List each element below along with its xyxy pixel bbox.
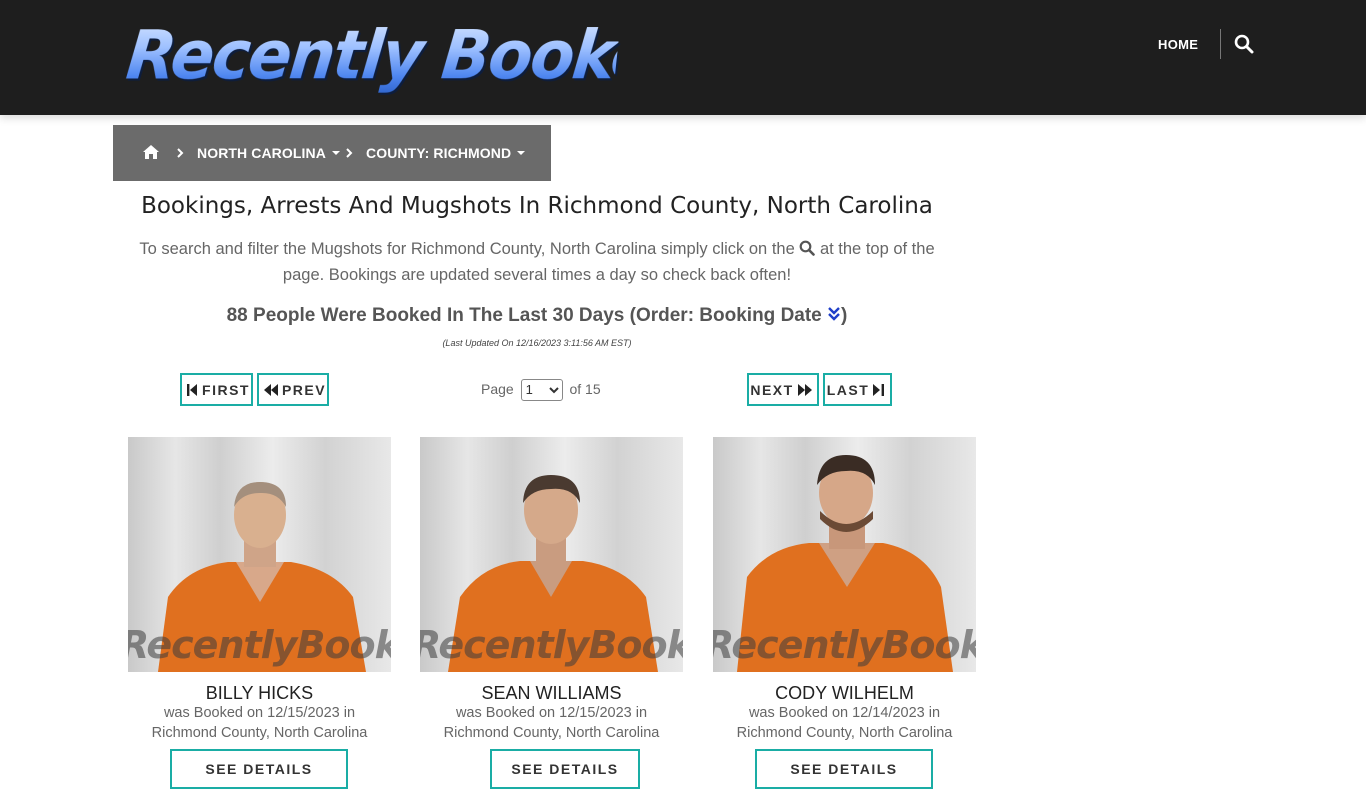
chevron-right-icon: [345, 146, 355, 160]
booking-date-line: was Booked on 12/15/2023 in: [163, 705, 356, 721]
sort-order-icon[interactable]: [827, 306, 841, 322]
page-total: of 15: [569, 381, 601, 397]
booking-date-line: was Booked on 12/14/2023 in: [748, 705, 941, 721]
booking-location: Richmond County, North Carolina: [151, 725, 368, 741]
booking-info: was Booked on 12/14/2023 in Richmond Cou…: [713, 703, 976, 743]
mugshot-photo[interactable]: RecentlyBooked.com: [713, 437, 976, 672]
booking-count-text: 88 People Were Booked In The Last 30 Day…: [226, 305, 822, 326]
booking-count-close: ): [841, 305, 848, 326]
booking-info: was Booked on 12/15/2023 in Richmond Cou…: [420, 703, 683, 743]
rewind-icon: [263, 383, 278, 396]
page-select[interactable]: 1: [520, 378, 563, 401]
first-page-button[interactable]: FIRST: [180, 373, 253, 406]
intro-text: To search and filter the Mugshots for Ri…: [120, 236, 954, 288]
watermark: RecentlyBooked.com: [420, 623, 683, 667]
booking-location: Richmond County, North Carolina: [443, 725, 660, 741]
breadcrumb-state-label: NORTH CAROLINA: [197, 145, 326, 161]
watermark: RecentlyBooked.com: [128, 623, 391, 667]
mugshot-photo[interactable]: RecentlyBooked.com: [420, 437, 683, 672]
last-page-button[interactable]: LAST: [823, 373, 892, 406]
booking-location: Richmond County, North Carolina: [736, 725, 953, 741]
search-icon[interactable]: [1234, 34, 1256, 56]
nav-divider: [1220, 29, 1221, 59]
last-updated: (Last Updated On 12/16/2023 3:11:56 AM E…: [442, 338, 632, 348]
booking-info: was Booked on 12/15/2023 in Richmond Cou…: [128, 703, 391, 743]
breadcrumb-state[interactable]: NORTH CAROLINA: [197, 144, 340, 162]
person-name[interactable]: CODY WILHELM: [713, 682, 976, 704]
skip-back-icon: [187, 383, 198, 396]
home-icon[interactable]: [142, 144, 160, 162]
chevron-right-icon: [176, 146, 186, 160]
caret-down-icon: [517, 151, 526, 156]
booking-date-line: was Booked on 12/15/2023 in: [455, 705, 648, 721]
page-label: Page: [481, 381, 514, 397]
site-header: Recently Booked HOME: [0, 0, 1366, 115]
mugshot-photo[interactable]: RecentlyBooked.com: [128, 437, 391, 672]
next-page-button[interactable]: NEXT: [747, 373, 819, 406]
search-icon[interactable]: [799, 240, 816, 256]
prev-page-button[interactable]: PREV: [257, 373, 329, 406]
person-name[interactable]: SEAN WILLIAMS: [420, 682, 683, 704]
fast-forward-icon: [797, 383, 812, 396]
page-title: Bookings, Arrests And Mugshots In Richmo…: [141, 193, 933, 219]
nav-home-link[interactable]: HOME: [1158, 34, 1198, 56]
intro-text-part1: To search and filter the Mugshots for Ri…: [139, 240, 795, 258]
see-details-button[interactable]: SEE DETAILS: [490, 749, 640, 789]
caret-down-icon: [331, 151, 340, 156]
next-page-label: NEXT: [750, 381, 794, 398]
see-details-button[interactable]: SEE DETAILS: [170, 749, 348, 789]
person-name[interactable]: BILLY HICKS: [128, 682, 391, 704]
last-page-label: LAST: [826, 381, 870, 398]
page-selector: Page 1 of 15: [481, 378, 601, 401]
first-page-label: FIRST: [202, 381, 250, 398]
site-logo[interactable]: Recently Booked: [123, 16, 700, 96]
breadcrumb-county-label: COUNTY: RICHMOND: [366, 145, 512, 161]
breadcrumb: NORTH CAROLINA COUNTY: RICHMOND: [113, 125, 551, 181]
booking-count: 88 People Were Booked In The Last 30 Day…: [113, 302, 961, 330]
see-details-button[interactable]: SEE DETAILS: [755, 749, 933, 789]
breadcrumb-county[interactable]: COUNTY: RICHMOND: [366, 144, 526, 162]
prev-page-label: PREV: [281, 381, 327, 398]
watermark: RecentlyBooked.com: [713, 623, 976, 667]
skip-forward-icon: [873, 383, 885, 396]
